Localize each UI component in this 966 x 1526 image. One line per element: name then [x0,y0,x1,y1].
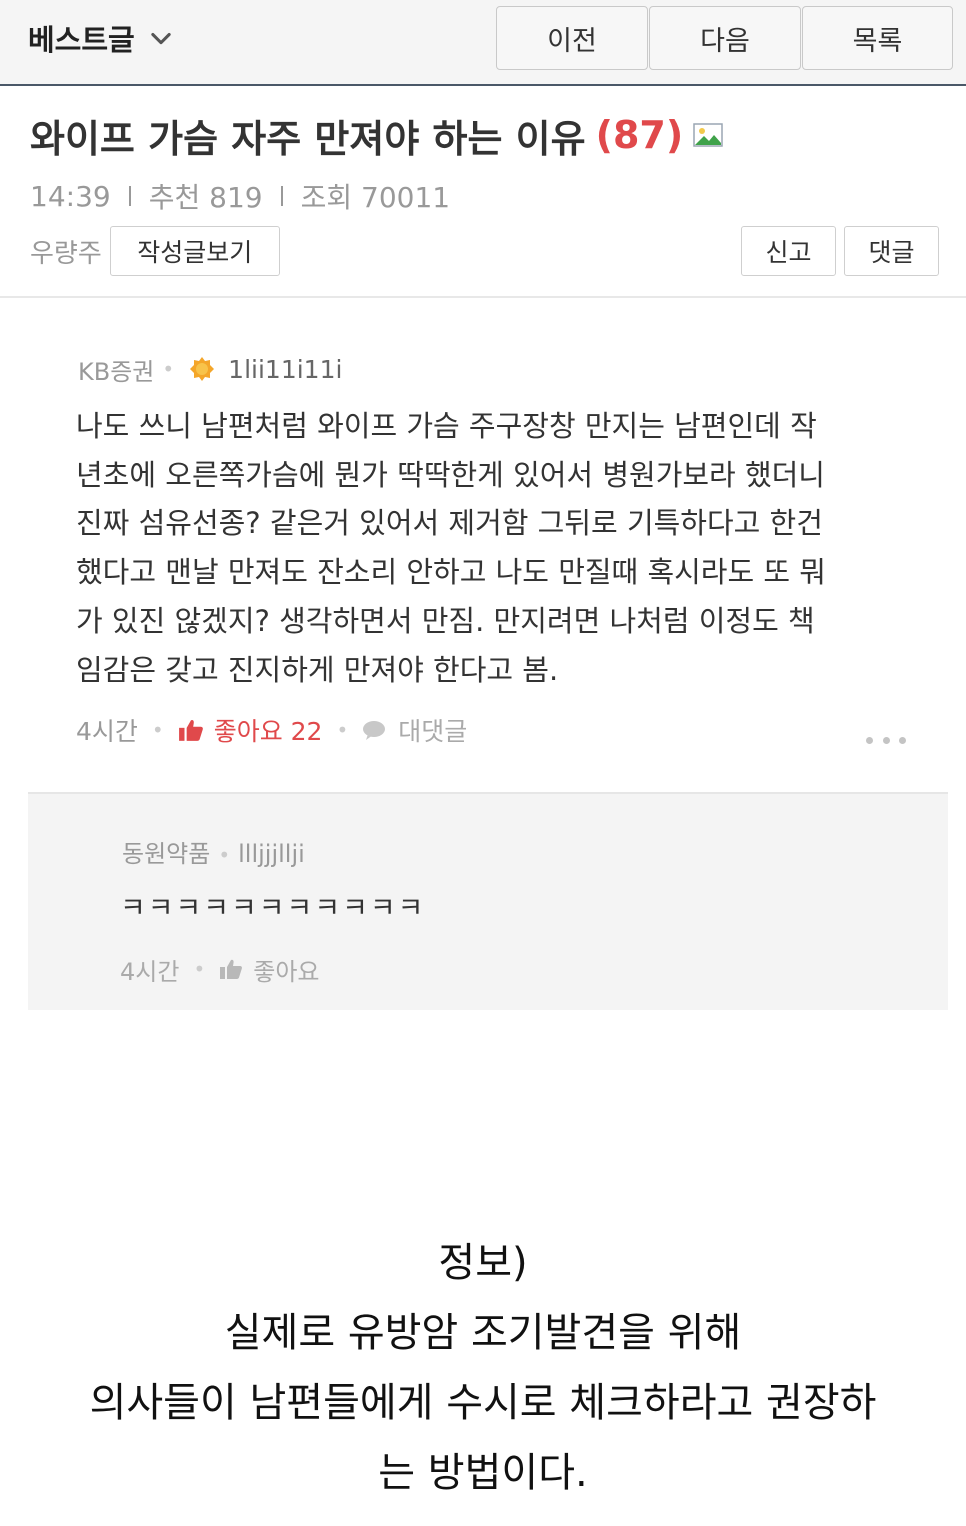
reply-footer: 4시간 • 좋아요 [120,952,319,986]
thumbs-up-icon[interactable] [219,957,243,981]
board-dropdown[interactable]: 베스트글 [28,18,175,58]
report-button[interactable]: 신고 [741,226,836,276]
comment-body: 나도 쓰니 남편처럼 와이프 가슴 주구장창 만지는 남편인데 작 년초에 오른… [76,402,916,694]
separator-dot: • [336,718,349,742]
separator-dot: • [151,718,164,742]
next-button[interactable]: 다음 [649,6,801,70]
header-divider [0,296,966,298]
post-recommend-count: 추천 819 [148,181,263,214]
medal-icon [190,357,215,381]
caption-line: 실제로 유방암 조기발견을 위해 [224,1310,742,1356]
author-name[interactable]: 우량주 [30,233,102,270]
reply-user-id[interactable]: llljjjllji [238,840,305,868]
prev-button[interactable]: 이전 [496,6,648,70]
top-nav-bar: 베스트글 이전 다음 목록 [0,0,966,86]
comment-text-line: 임감은 갖고 진지하게 만져야 한다고 봄. [76,652,559,687]
comment-text-line: 가 있진 않겠지? 생각하면서 만짐. 만지려면 나처럼 이정도 책 [76,603,815,638]
comment-footer: 4시간 • 좋아요 22 • 대댓글 [76,712,467,748]
comment-text-line: 했다고 맨날 만져도 잔소리 안하고 나도 만질때 혹시라도 또 뭐 [76,555,826,590]
separator-dot: • [193,957,206,981]
comment-header: KB증권 • 1lii11i11i [78,352,342,386]
reply-item: 동원약품 • llljjjllji ㅋㅋㅋㅋㅋㅋㅋㅋㅋㅋㅋ 4시간 • 좋아요 [28,792,948,1010]
comment-like-label: 좋아요 22 [213,717,323,746]
meta-divider [128,186,131,206]
list-button[interactable]: 목록 [802,6,953,70]
post-view-count: 조회 70011 [300,181,451,214]
reply-nickname[interactable]: 동원약품 [122,840,210,868]
thumbs-up-icon [178,719,203,741]
caption-line: 는 방법이다. [378,1450,588,1496]
comment-count[interactable]: (87) [596,113,684,157]
image-attachment-icon [693,123,723,147]
reply-header: 동원약품 • llljjjllji [122,834,305,869]
post-title: 와이프 가슴 자주 만져야 하는 이유 (87) [30,108,723,162]
reply-like-label[interactable]: 좋아요 [253,952,319,987]
separator-dot: • [162,357,175,381]
caption-text: 정보) 실제로 유방암 조기발견을 위해 의사들이 남편들에게 수시로 체크하라… [0,1228,966,1508]
comment-text-line: 나도 쓰니 남편처럼 와이프 가슴 주구장창 만지는 남편인데 작 [76,409,817,443]
post-title-text: 와이프 가슴 자주 만져야 하는 이유 [30,116,586,161]
comment-text-line: 진짜 섬유선종? 같은거 있어서 제거함 그뒤로 기특하다고 한건 [76,506,823,541]
comment-like-button[interactable]: 좋아요 22 [178,712,323,748]
comment-nickname[interactable]: KB증권 [78,352,154,387]
comment-reply-label: 대댓글 [398,717,468,746]
caption-line: 정보) [438,1240,528,1286]
meta-divider [280,186,283,206]
post-time: 14:39 [30,179,111,213]
author-row: 우량주 작성글보기 [30,226,280,276]
comment-button[interactable]: 댓글 [844,226,939,276]
reply-text: ㅋㅋㅋㅋㅋㅋㅋㅋㅋㅋㅋ [120,891,426,924]
chevron-down-icon [151,32,171,45]
reply-time: 4시간 [120,957,180,986]
comment-user-id[interactable]: 1lii11i11i [228,355,342,384]
post-meta: 14:39 추천 819 조회 70011 [30,176,450,216]
comment-text-line: 년초에 오른쪽가슴에 뭔가 딱딱한게 있어서 병원가보라 했더니 [76,457,825,492]
more-options-icon[interactable] [866,730,906,750]
comment-reply-button[interactable]: 대댓글 [362,712,467,748]
board-dropdown-label: 베스트글 [28,23,135,57]
speech-bubble-icon [363,721,386,740]
caption-line: 의사들이 남편들에게 수시로 체크하라고 권장하 [89,1380,877,1426]
view-author-posts-button[interactable]: 작성글보기 [109,226,280,276]
comment-time: 4시간 [76,717,138,746]
separator-dot: • [218,843,231,867]
